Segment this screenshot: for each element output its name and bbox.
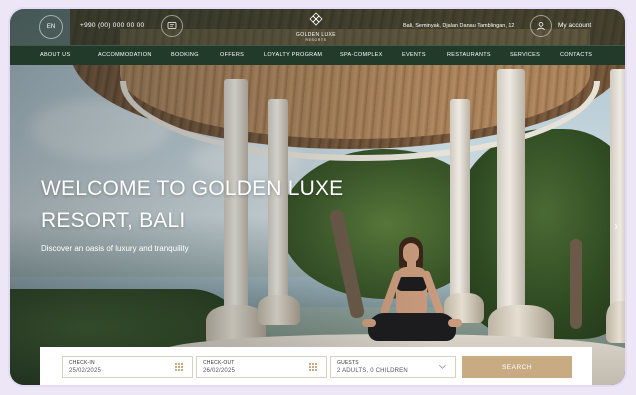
nav-restaurants[interactable]: RESTAURANTS xyxy=(447,52,491,58)
logo-subtitle: RESORTS xyxy=(305,38,327,42)
user-icon xyxy=(537,22,545,31)
top-bar: EN +990 (00) 000 00 00 GOLDEN LUXE RESOR… xyxy=(10,9,625,45)
language-label: EN xyxy=(46,24,56,30)
nav-about-us[interactable]: ABOUT US xyxy=(40,52,70,58)
chevron-right-icon: › xyxy=(614,219,618,233)
nav-booking[interactable]: BOOKING xyxy=(171,52,199,58)
calendar-icon xyxy=(309,363,317,371)
main-nav: ABOUT US ACCOMMODATION BOOKING OFFERS LO… xyxy=(10,45,625,65)
checkin-label: CHECK-IN xyxy=(69,360,95,366)
hero-title: WELCOME TO GOLDEN LUXE RESORT, BALI xyxy=(41,173,371,237)
checkin-field[interactable]: CHECK-IN 25/02/2025 xyxy=(62,356,193,378)
chevron-down-icon xyxy=(439,364,446,369)
nav-loyalty-program[interactable]: LOYALTY PROGRAM xyxy=(264,52,322,58)
account-icon-button[interactable] xyxy=(530,15,552,37)
guests-label: GUESTS xyxy=(337,360,359,366)
booking-form: CHECK-IN 25/02/2025 CHECK-OUT 26/02/2025 xyxy=(40,347,592,385)
slider-next-button[interactable]: › xyxy=(614,219,618,233)
language-switcher[interactable]: EN xyxy=(39,15,63,39)
search-button[interactable]: SEARCH xyxy=(462,356,572,378)
checkout-field[interactable]: CHECK-OUT 26/02/2025 xyxy=(196,356,327,378)
nav-offers[interactable]: OFFERS xyxy=(220,52,244,58)
guests-value: 2 ADULTS, 0 CHILDREN xyxy=(337,368,408,374)
hero-subtitle: Discover an oasis of luxury and tranquil… xyxy=(41,244,189,253)
chat-icon xyxy=(167,22,177,29)
nav-services[interactable]: SERVICES xyxy=(510,52,540,58)
nav-events[interactable]: EVENTS xyxy=(402,52,426,58)
calendar-icon xyxy=(175,363,183,371)
my-account-link[interactable]: My account xyxy=(558,22,591,29)
nav-spa-complex[interactable]: SPA-COMPLEX xyxy=(340,52,383,58)
hero-title-line-2: RESORT, BALI xyxy=(41,209,186,232)
chat-button[interactable] xyxy=(161,15,183,37)
hero-title-line-1: WELCOME TO GOLDEN LUXE xyxy=(41,177,344,200)
checkin-value: 25/02/2025 xyxy=(69,368,102,374)
logo[interactable]: GOLDEN LUXE RESORTS xyxy=(288,12,344,42)
phone-number[interactable]: +990 (00) 000 00 00 xyxy=(80,22,144,29)
nav-accommodation[interactable]: ACCOMMODATION xyxy=(98,52,152,58)
address: Bali, Seminyak, Djalan Danau Tamblingan,… xyxy=(403,23,515,29)
checkout-label: CHECK-OUT xyxy=(203,360,235,366)
logo-icon xyxy=(309,12,323,26)
checkout-value: 26/02/2025 xyxy=(203,368,236,374)
browser-frame: EN +990 (00) 000 00 00 GOLDEN LUXE RESOR… xyxy=(10,9,625,385)
guests-select[interactable]: GUESTS 2 ADULTS, 0 CHILDREN xyxy=(330,356,456,378)
nav-contacts[interactable]: CONTACTS xyxy=(560,52,592,58)
